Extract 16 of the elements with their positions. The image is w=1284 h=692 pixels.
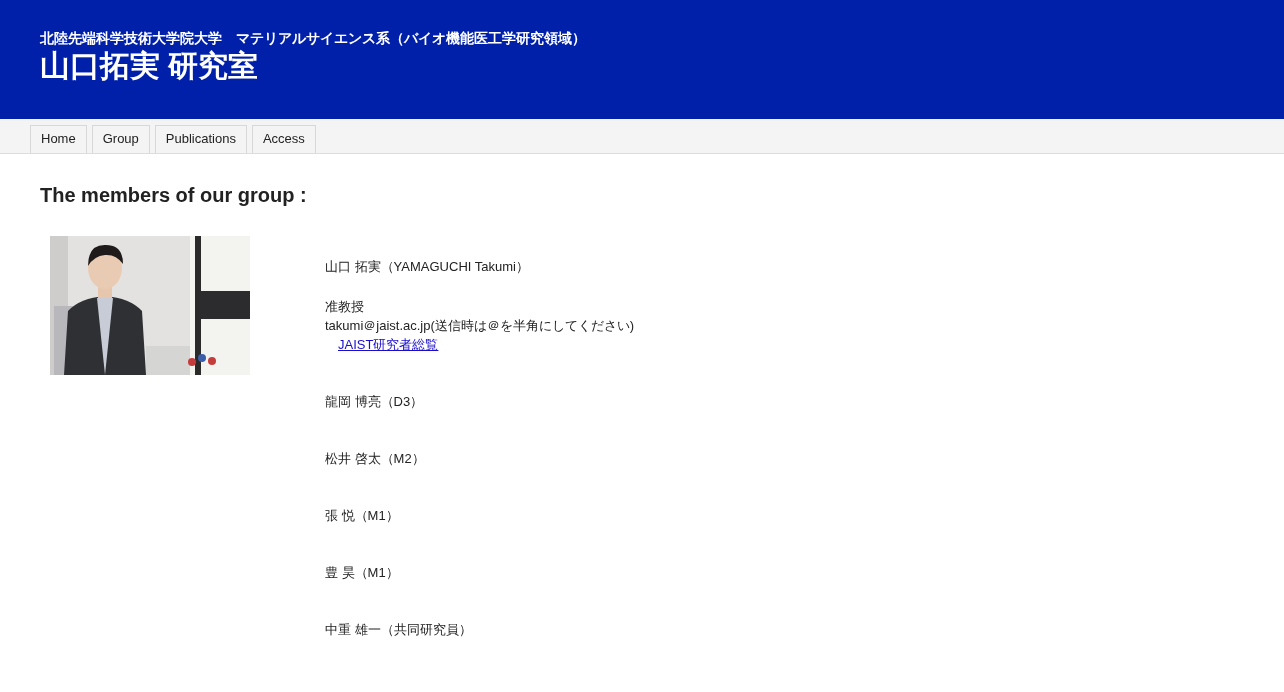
section-heading: The members of our group : (40, 183, 307, 207)
nav-tab[interactable]: Group (91, 125, 150, 153)
member-name: 豊 昊（M1） (325, 564, 399, 582)
member-name: 張 悦（M1） (325, 507, 399, 525)
member-name: 中重 雄一（共同研究員） (325, 621, 472, 639)
member-name: 龍岡 博亮（D3） (325, 393, 424, 411)
site-subtitle: 北陸先端科学技術大学院大学 マテリアルサイエンス系（バイオ機能医工学研究領域） (40, 29, 586, 47)
profile-link[interactable]: JAIST研究者総覧 (338, 337, 439, 352)
member-name: 松井 啓太（M2） (325, 450, 425, 468)
site-title: 山口拓実 研究室 (40, 48, 259, 84)
member-email: takumi＠jaist.ac.jp(送信時は＠を半角にしてください) (325, 317, 635, 335)
member-name: 山口 拓実（YAMAGUCHI Takumi） (325, 258, 529, 276)
nav-tab[interactable]: Home (30, 125, 87, 153)
nav-tab[interactable]: Publications (154, 125, 247, 153)
nav-tab[interactable]: Access (251, 125, 316, 153)
member-position: 准教授 (325, 298, 364, 316)
